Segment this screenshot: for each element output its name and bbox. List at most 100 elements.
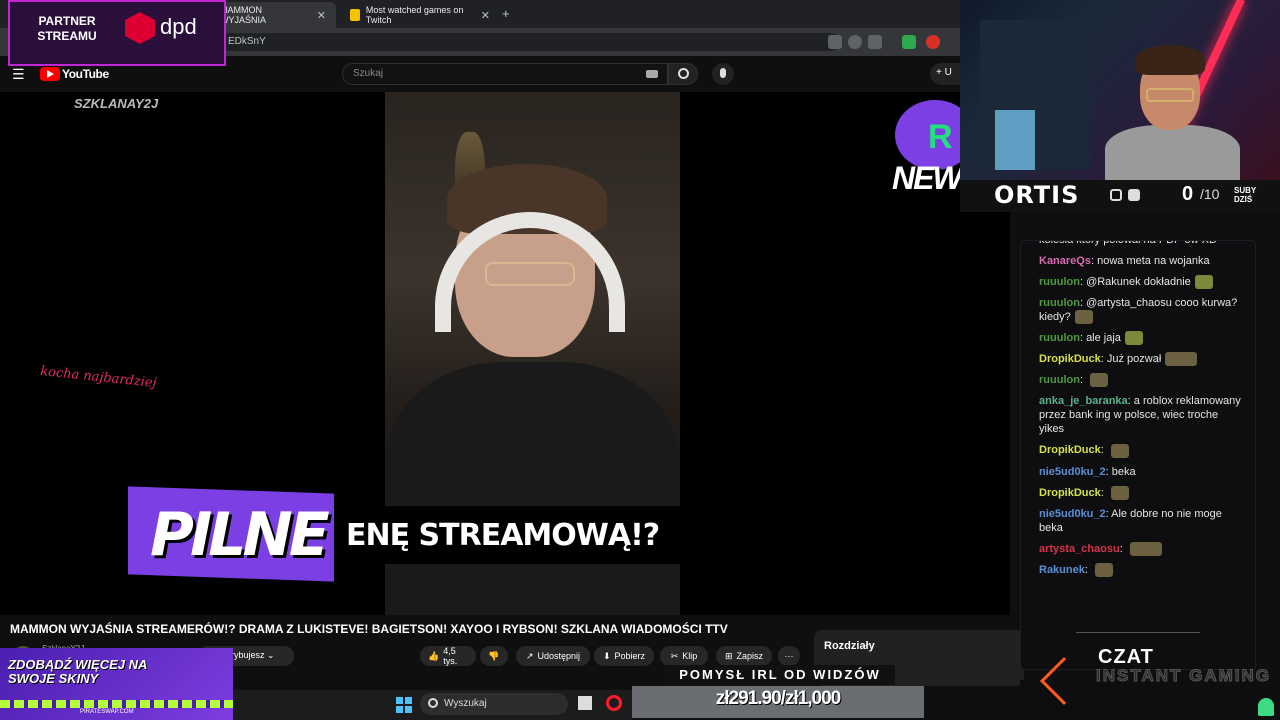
emote-icon	[1194, 275, 1213, 290]
chat-username[interactable]: nie5ud0ku_2	[1039, 508, 1106, 520]
chat-text: kolesia który polował na PDF-ów XD	[1039, 240, 1217, 246]
mic-button[interactable]	[712, 63, 734, 85]
chat-messages: kolesia który polował na PDF-ów XD Kanare…	[1039, 240, 1245, 584]
chat-username[interactable]: artysta_chaosu	[1039, 543, 1120, 555]
chat-message: DropikDuck: Już pozwał	[1039, 352, 1245, 367]
chat-username[interactable]: DropikDuck	[1039, 487, 1101, 499]
chat-text: beka	[1111, 465, 1136, 478]
cast-icon[interactable]	[828, 35, 842, 49]
zoom-icon[interactable]	[848, 35, 862, 49]
emote-icon	[1129, 541, 1162, 556]
pilne-label: PILNE	[150, 500, 330, 570]
scissors-icon: ✂	[670, 650, 679, 661]
emote-icon	[1074, 310, 1093, 325]
share-label: Udostępnij	[537, 651, 581, 661]
tab-twitch[interactable]: Most watched games on Twitch ✕	[340, 2, 500, 28]
chat-separator: :	[1100, 486, 1107, 499]
chat-message: anka_je_baranka: a roblox reklamowany pr…	[1039, 394, 1245, 436]
extension-icon[interactable]	[902, 35, 916, 49]
video-title: MAMMON WYJAŚNIA STREAMERÓW!? DRAMA Z LUK…	[10, 622, 728, 636]
partner-label: PARTNER STREAMU	[37, 14, 97, 43]
taskbar-search[interactable]: Wyszukaj	[420, 693, 568, 715]
url-field[interactable]: EDkSnY	[220, 33, 840, 51]
chat-username[interactable]: ruuulon	[1039, 276, 1080, 288]
streamer-glasses	[1146, 88, 1194, 102]
windows-start-icon[interactable]	[396, 697, 412, 713]
skins-stripe	[0, 700, 233, 708]
chat-username[interactable]: KanareQs	[1039, 255, 1091, 267]
search-input[interactable]: Szukaj	[342, 63, 668, 85]
chat-username[interactable]: DropikDuck	[1039, 353, 1101, 365]
emote-icon	[1110, 485, 1129, 500]
chat-panel: kolesia który polował na PDF-ów XD Kanare…	[1020, 240, 1256, 670]
rnews-letter: R	[928, 118, 953, 156]
chat-message: ruuulon: @Rakunek dokładnie	[1039, 275, 1245, 290]
opera-icon[interactable]	[606, 695, 622, 711]
save-button[interactable]: ⊞ Zapisz	[716, 646, 772, 666]
android-icon	[1258, 698, 1274, 716]
search-button[interactable]	[668, 63, 698, 85]
chat-username[interactable]: anka_je_baranka	[1039, 395, 1128, 407]
chat-message: nie5ud0ku_2: Ale dobre no nie moge beka	[1039, 507, 1245, 535]
donation-goal-text: zł291.90/zł1,000	[715, 688, 842, 709]
download-label: Pobierz	[614, 651, 646, 661]
divider	[1076, 632, 1200, 633]
video-headline: ENĘ STREAMOWĄ!?	[346, 518, 660, 553]
chat-message: DropikDuck:	[1039, 485, 1245, 500]
dpd-logo-text: dpd	[160, 14, 197, 39]
like-button[interactable]: 👍 4,5 tys.	[420, 646, 476, 666]
close-icon[interactable]: ✕	[317, 9, 326, 22]
chat-text: ale jaja	[1086, 332, 1121, 345]
skins-ad-text: ZDOBĄDŹ WIĘCEJ NA SWOJE SKINY	[8, 657, 147, 686]
dislike-button[interactable]: 👎	[480, 646, 508, 666]
share-button[interactable]: ↗ Udostępnij	[516, 646, 590, 666]
save-label: Zapisz	[736, 651, 764, 661]
webcam-monitor	[995, 110, 1035, 170]
chat-separator: :	[1100, 444, 1107, 457]
new-tab-icon[interactable]: +	[502, 6, 510, 21]
chat-username[interactable]: DropikDuck	[1039, 444, 1101, 456]
channel-watermark: SZKLANAY2J	[74, 96, 159, 111]
subs-count: 0	[1182, 183, 1194, 205]
download-button[interactable]: ⬇ Pobierz	[594, 646, 654, 666]
idea-banner: POMYSŁ IRL OD WIDZÓW	[665, 665, 895, 685]
emote-icon	[1165, 352, 1198, 367]
skins-ad-url: PIRATESWAP.COM	[80, 709, 134, 715]
tab-current[interactable]: MAMMON WYJAŚNIA ✕	[210, 2, 336, 28]
extension-icon[interactable]	[926, 35, 940, 49]
chat-username[interactable]: ruuulon	[1039, 332, 1080, 344]
emote-icon	[1124, 331, 1143, 346]
chapters-label: Rozdziały	[824, 640, 875, 652]
thumbs-down-icon: 👎	[488, 650, 500, 661]
bookmark-icon: ⊞	[724, 650, 733, 661]
youtube-logo-text[interactable]: YouTube	[62, 67, 109, 81]
close-icon[interactable]: ✕	[481, 9, 490, 22]
streamer-body	[1105, 125, 1240, 185]
youtube-icon	[1128, 189, 1140, 201]
subs-total: /10	[1200, 186, 1220, 202]
glasses-shape	[485, 262, 575, 286]
chat-username[interactable]: ruuulon	[1039, 374, 1080, 386]
chat-separator: :	[1119, 542, 1126, 555]
keyboard-icon[interactable]	[646, 70, 658, 78]
more-actions-button[interactable]: ···	[778, 646, 800, 666]
chat-message: DropikDuck:	[1039, 443, 1245, 458]
menu-icon[interactable]: ☰	[12, 66, 25, 83]
bookmark-star-icon[interactable]	[868, 35, 882, 49]
youtube-logo-icon[interactable]	[40, 67, 60, 81]
chat-message: KanareQs: nowa meta na wojanka	[1039, 254, 1245, 268]
chat-text: Już pozwał	[1106, 353, 1162, 366]
chat-username[interactable]: ruuulon	[1039, 297, 1080, 309]
search-icon	[428, 698, 438, 708]
streamer-name: ORTIS	[994, 181, 1080, 209]
instagram-icon	[1110, 189, 1122, 201]
emote-icon	[1094, 562, 1113, 577]
person-shirt	[385, 362, 680, 615]
emote-icon	[1110, 443, 1129, 458]
chat-username[interactable]: Rakunek	[1039, 564, 1085, 576]
chat-username[interactable]: nie5ud0ku_2	[1039, 466, 1106, 478]
file-explorer-icon[interactable]	[578, 696, 592, 710]
clip-button[interactable]: ✂ Klip	[660, 646, 708, 666]
tab-current-label: MAMMON WYJAŚNIA	[220, 5, 267, 25]
chat-separator: :	[1084, 563, 1091, 576]
